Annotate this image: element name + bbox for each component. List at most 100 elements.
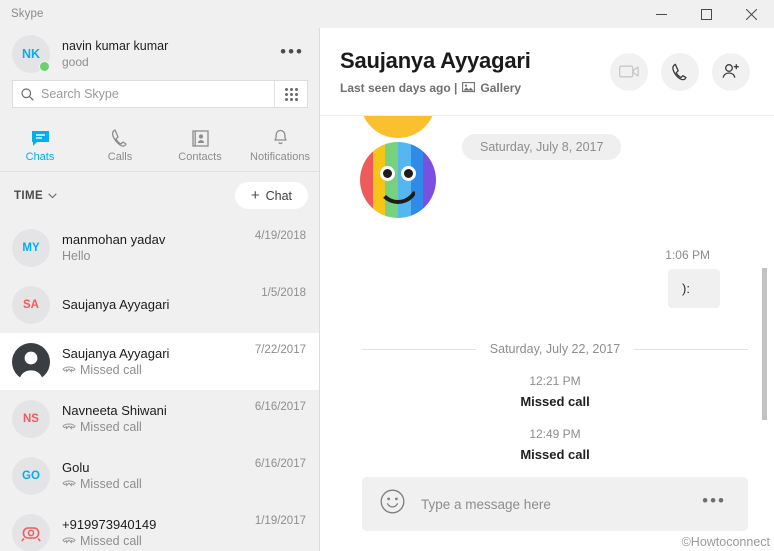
- chat-bubble-icon: [31, 128, 50, 147]
- header-actions: [610, 52, 750, 91]
- chat-list-item[interactable]: SA Saujanya Ayyagari 1/5/2018: [0, 276, 320, 333]
- message-input[interactable]: [421, 496, 703, 512]
- missed-call-event: 12:49 PM Missed call: [360, 427, 750, 462]
- add-person-button[interactable]: [712, 52, 750, 91]
- search-input[interactable]: [41, 87, 274, 101]
- search-bar[interactable]: [12, 80, 308, 108]
- new-chat-button[interactable]: + Chat: [234, 182, 308, 209]
- profile-text: navin kumar kumar good: [62, 39, 278, 69]
- tab-label: Calls: [107, 150, 133, 163]
- contact-card-icon: [191, 128, 209, 147]
- chat-list-item[interactable]: NS Navneeta Shiwani Missed call 6/16/2017: [0, 390, 320, 447]
- chat-item-name: manmohan yadav: [62, 232, 166, 247]
- chat-item-preview: Missed call: [62, 363, 247, 377]
- chat-item-preview: Missed call: [62, 477, 247, 491]
- tab-notifications[interactable]: Notifications: [240, 119, 320, 171]
- message-bubble[interactable]: ):: [668, 269, 720, 308]
- system-events: 12:21 PM Missed call 12:49 PM Missed call: [360, 374, 750, 462]
- missed-call-icon: [62, 364, 76, 376]
- left-panel: NK navin kumar kumar good ••• Search Sky…: [0, 28, 320, 551]
- chat-item-name: Navneeta Shiwani: [62, 403, 167, 418]
- bell-icon: [272, 128, 289, 147]
- chat-item-text: Navneeta Shiwani Missed call: [62, 403, 247, 434]
- window-title: Skype: [11, 8, 44, 20]
- composer-more-button[interactable]: •••: [702, 492, 726, 516]
- smiley-icon[interactable]: [380, 489, 405, 519]
- gallery-link[interactable]: Gallery: [462, 81, 521, 96]
- tab-label: Chats: [25, 150, 55, 163]
- date-chip: Saturday, July 8, 2017: [462, 134, 622, 160]
- contact-initials-avatar: GO: [12, 456, 50, 495]
- chat-item-text: Golu Missed call: [62, 460, 247, 491]
- chat-item-date: 1/19/2017: [254, 515, 306, 527]
- composer-area: ••• ©Howtoconnect: [320, 477, 774, 551]
- contact-initials-avatar: SA: [12, 285, 50, 324]
- tab-contacts[interactable]: Contacts: [160, 119, 240, 171]
- chat-item-text: manmohan yadav Hello: [62, 232, 247, 263]
- last-seen-text: Last seen days ago |: [340, 81, 458, 95]
- profile-more-button[interactable]: •••: [278, 39, 306, 70]
- profile-mood: good: [62, 55, 89, 69]
- missed-call-icon: [62, 478, 76, 490]
- gallery-icon: [462, 81, 476, 96]
- missed-call-event: 12:21 PM Missed call: [360, 374, 750, 409]
- event-label: Missed call: [520, 447, 590, 462]
- rainbow-smiley-icon: [360, 142, 436, 218]
- message-composer[interactable]: •••: [362, 477, 748, 531]
- video-call-button[interactable]: [610, 52, 648, 91]
- outgoing-message: 1:06 PM ):: [360, 248, 750, 308]
- event-time: 12:21 PM: [529, 374, 581, 388]
- chat-item-name: Golu: [62, 460, 90, 475]
- chat-item-preview-text: Missed call: [80, 477, 142, 491]
- partial-emoji-icon: [360, 116, 436, 138]
- date-divider: Saturday, July 22, 2017: [360, 342, 750, 356]
- watermark: ©Howtoconnect: [681, 535, 770, 549]
- chat-item-name: Saujanya Ayyagari: [62, 346, 170, 361]
- profile-row[interactable]: NK navin kumar kumar good •••: [0, 28, 320, 80]
- new-chat-label: Chat: [265, 188, 292, 203]
- chat-item-date: 4/19/2018: [254, 230, 306, 242]
- chat-item-date: 6/16/2017: [254, 458, 306, 470]
- avatar[interactable]: NK: [12, 35, 50, 73]
- chat-list[interactable]: MY manmohan yadav Hello 4/19/2018 SA Saujanya…: [0, 219, 320, 551]
- message-timestamp: 1:06 PM: [665, 248, 710, 262]
- tab-label: Contacts: [178, 150, 222, 163]
- audio-call-button[interactable]: [661, 52, 699, 91]
- time-filter[interactable]: TIME: [14, 190, 57, 202]
- dialpad-icon[interactable]: [274, 81, 307, 107]
- presence-indicator: [39, 61, 50, 72]
- chat-item-preview-text: Missed call: [80, 363, 142, 377]
- tab-chats[interactable]: Chats: [0, 119, 80, 171]
- gallery-label: Gallery: [480, 81, 522, 95]
- chat-item-preview: Missed call: [62, 420, 247, 434]
- time-filter-label: TIME: [14, 189, 44, 202]
- chat-item-date: 1/5/2018: [261, 287, 306, 299]
- message-thread[interactable]: Saturday, July 8, 2017 1:06 PM ): Saturd…: [320, 116, 774, 477]
- tab-label: Notifications: [250, 150, 310, 163]
- chat-item-preview-text: Missed call: [80, 420, 142, 434]
- chat-item-preview-text: Missed call: [80, 534, 142, 548]
- contact-photo-avatar: [12, 342, 50, 381]
- filter-row: TIME + Chat: [0, 172, 320, 219]
- phone-avatar-icon: [12, 513, 50, 551]
- chat-list-item[interactable]: GO Golu Missed call 6/16/2017: [0, 447, 320, 504]
- chat-list-item[interactable]: MY manmohan yadav Hello 4/19/2018: [0, 219, 320, 276]
- tab-calls[interactable]: Calls: [80, 119, 160, 171]
- chat-item-date: 6/16/2017: [254, 401, 306, 413]
- incoming-emoji-group: Saturday, July 8, 2017: [360, 116, 750, 218]
- nav-tabs: Chats Calls Contacts Notifications: [0, 119, 320, 172]
- divider-line-left: [362, 348, 476, 350]
- skype-window: Skype NK navin kumar kumar good ••• Sear…: [0, 0, 774, 551]
- maximize-button[interactable]: [684, 0, 729, 28]
- message-scrollbar[interactable]: [762, 268, 767, 420]
- chat-list-item[interactable]: +919973940149 Missed call 1/19/2017: [0, 504, 320, 551]
- close-button[interactable]: [729, 0, 774, 28]
- chat-item-name: Saujanya Ayyagari: [62, 297, 170, 312]
- chat-item-text: Saujanya Ayyagari Missed call: [62, 346, 247, 377]
- title-bar: Skype: [0, 0, 774, 28]
- conversation-panel: Saujanya Ayyagari Last seen days ago | G…: [320, 28, 774, 551]
- minimize-button[interactable]: [639, 0, 684, 28]
- chat-list-item[interactable]: Saujanya Ayyagari Missed call 7/22/2017: [0, 333, 320, 390]
- contact-initials-avatar: MY: [12, 228, 50, 267]
- chat-item-preview: Missed call: [62, 534, 247, 548]
